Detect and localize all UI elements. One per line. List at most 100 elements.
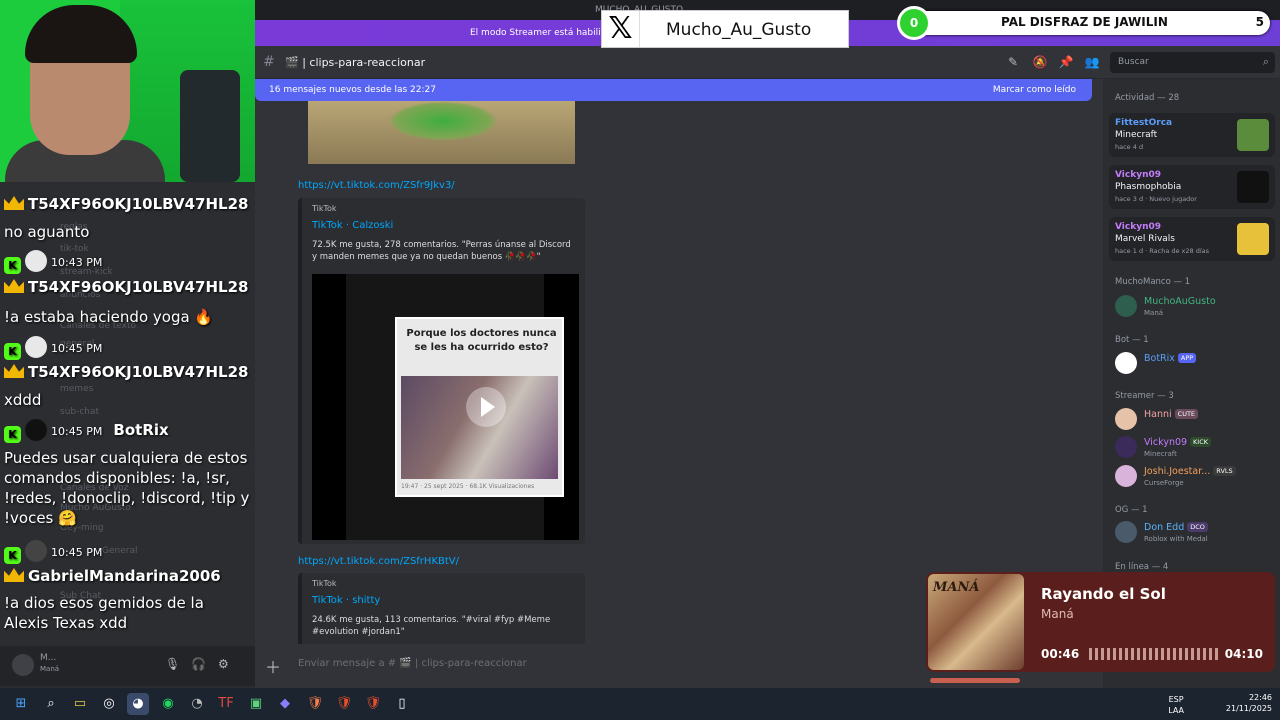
message-link[interactable]: https://vt.tiktok.com/ZSfr9Jkv3/	[298, 180, 455, 191]
microphone-icon[interactable]: 🎙	[165, 657, 180, 671]
member-item[interactable]: Don Edd DCO Roblox with Medal	[1115, 517, 1275, 549]
search-icon: ⌕	[1262, 55, 1269, 68]
donation-goal-overlay: 0 PAL DISFRAZ DE JAWILIN 5	[897, 6, 1274, 40]
member-name: MuchoAuGusto	[1144, 296, 1216, 307]
steam-icon[interactable]: ◎	[98, 693, 120, 715]
discord-icon[interactable]: ◕	[127, 693, 149, 715]
embed-description: 24.6K me gusta, 113 comentarios. "#viral…	[312, 615, 551, 637]
previous-embed-thumbnail[interactable]	[308, 101, 575, 164]
activity-user: FittestOrca	[1115, 118, 1173, 128]
embed-title[interactable]: TikTok · shitty	[312, 595, 380, 606]
chat-message: !a dios esos gemidos de la Alexis Texas …	[4, 594, 204, 632]
app-tag: APP	[1177, 353, 1197, 363]
avatar	[25, 250, 47, 272]
song-title: Rayando el Sol	[1041, 585, 1166, 603]
search-placeholder: Buscar	[1118, 57, 1149, 67]
member-name: Don Edd	[1144, 522, 1185, 533]
chat-meta: K 10:45 PM	[4, 336, 102, 360]
language-indicator[interactable]: ESP LAA	[1168, 694, 1184, 716]
mark-read-button[interactable]: Marcar como leído	[993, 85, 1076, 95]
elapsed-time: 00:46	[1041, 647, 1080, 661]
system-tray[interactable]: ESP LAA 22:46 21/11/2025	[1168, 692, 1272, 715]
avatar	[1115, 436, 1137, 458]
embed-title[interactable]: TikTok · Calzoski	[312, 220, 393, 231]
chat-meta: K 10:45 PM	[4, 540, 102, 564]
members-icon[interactable]: 👥	[1084, 55, 1100, 71]
app-icon[interactable]: ◆	[274, 693, 296, 715]
brave-icon[interactable]: 🛡	[333, 693, 355, 715]
hash-icon: #	[263, 54, 275, 70]
activity-card[interactable]: FittestOrca Minecraft hace 4 d	[1109, 113, 1275, 157]
channel-item[interactable]: sub-chat	[60, 407, 99, 417]
now-playing-widget: MANÁ Rayando el Sol Maná 00:46 04:10	[926, 572, 1275, 672]
rvls-tag: RVLS	[1213, 466, 1236, 476]
new-messages-bar[interactable]: 16 mensajes nuevos desde las 22:27 Marca…	[255, 79, 1092, 101]
brave-icon[interactable]: 🛡	[304, 693, 326, 715]
chat-username-line: T54XF96OKJ10LBV47HL28	[4, 362, 248, 381]
activity-card[interactable]: Vickyn09 Marvel Rivals hace 1 d · Racha …	[1109, 217, 1275, 261]
activity-user: Vickyn09	[1115, 170, 1162, 180]
album-art: MANÁ	[928, 574, 1024, 670]
minecraft-icon	[1237, 119, 1269, 151]
webcam-feed	[0, 0, 255, 182]
avatar[interactable]	[12, 654, 34, 676]
activity-game: Marvel Rivals	[1115, 234, 1175, 244]
member-item[interactable]: Vickyn09 KICK Minecraft	[1115, 432, 1275, 464]
brave-icon[interactable]: 🛡	[362, 693, 384, 715]
activity-game: Minecraft	[1115, 130, 1158, 140]
chat-time: 10:43 PM	[51, 256, 103, 269]
crown-icon	[4, 279, 24, 293]
user-name: M...	[40, 653, 57, 663]
x-handle: Mucho_Au_Gusto	[666, 20, 812, 40]
song-artist: Maná	[1041, 607, 1074, 621]
spotify-icon[interactable]: ◉	[157, 693, 179, 715]
channel-item[interactable]: memes	[60, 384, 93, 394]
file-explorer-icon[interactable]: ▭	[69, 693, 91, 715]
add-attachment-icon[interactable]: ＋	[265, 654, 281, 678]
member-name: Vickyn09	[1144, 437, 1188, 448]
notifications-icon[interactable]: 🔕	[1032, 55, 1048, 71]
threads-icon[interactable]: ✎	[1005, 55, 1021, 71]
stream-chat-overlay: reglas tik-tok stream-kick anuncios Cana…	[0, 182, 255, 688]
message-list[interactable]: https://vt.tiktok.com/ZSfr9Jkv3/ TikTok …	[255, 101, 1092, 644]
avatar	[25, 336, 47, 358]
avatar	[1115, 295, 1137, 317]
embed-provider: TikTok	[312, 579, 337, 588]
play-icon[interactable]	[466, 387, 506, 427]
member-item[interactable]: BotRix APP	[1115, 348, 1275, 380]
member-name: Joshi.Joestar...	[1144, 466, 1211, 477]
app-icon[interactable]: ◔	[186, 693, 208, 715]
settings-gear-icon[interactable]: ⚙	[218, 657, 229, 671]
chat-meta: K 10:43 PM	[4, 250, 102, 274]
windows-start-icon[interactable]: ⊞	[10, 693, 32, 715]
embed-video[interactable]: Porque los doctores nunca se les ha ocur…	[312, 274, 579, 540]
activity-sub: hace 4 d	[1115, 143, 1144, 151]
app-icon[interactable]: ▣	[245, 693, 267, 715]
avatar	[1115, 352, 1137, 374]
file-icon[interactable]: ▯	[391, 693, 413, 715]
kick-badge-icon: K	[4, 257, 21, 274]
member-item[interactable]: MuchoAuGusto Maná	[1115, 291, 1275, 323]
marvel-rivals-icon	[1237, 223, 1269, 255]
activity-card[interactable]: Vickyn09 Phasmophobia hace 3 d · Nuevo j…	[1109, 165, 1275, 209]
member-status: CurseForge	[1144, 479, 1184, 487]
channel-item[interactable]: General	[102, 546, 137, 556]
tweet-card-text: Porque los doctores nunca se les ha ocur…	[406, 328, 557, 353]
message-link[interactable]: https://vt.tiktok.com/ZSfrHKBtV/	[298, 556, 459, 567]
new-messages-text: 16 mensajes nuevos desde las 22:27	[269, 85, 436, 95]
pin-icon[interactable]: 📌	[1058, 55, 1074, 71]
member-item[interactable]: Joshi.Joestar... RVLS CurseForge	[1115, 461, 1275, 493]
member-status: Minecraft	[1144, 450, 1177, 458]
search-icon[interactable]: ⌕	[40, 693, 62, 715]
chat-message: no aguanto	[4, 223, 90, 241]
app-icon[interactable]: TF	[215, 693, 237, 715]
activity-sub: hace 1 d · Racha de x28 días	[1115, 247, 1210, 255]
chat-username-line: GabrielMandarina2006	[4, 566, 221, 585]
headphones-icon[interactable]: 🎧	[191, 657, 206, 671]
channel-header: # 🎬 | clips-para-reaccionar ✎ 🔕 📌 👥 Busc…	[255, 46, 1280, 79]
x-handle-overlay: 𝕏 Mucho_Au_Gusto	[601, 10, 849, 48]
chat-username-line: T54XF96OKJ10LBV47HL28	[4, 277, 248, 296]
message-composer[interactable]: ＋ Enviar mensaje a # 🎬 | clips-para-reac…	[255, 648, 925, 678]
clock-date: 21/11/2025	[1225, 704, 1272, 713]
search-input[interactable]: Buscar ⌕	[1110, 52, 1275, 73]
